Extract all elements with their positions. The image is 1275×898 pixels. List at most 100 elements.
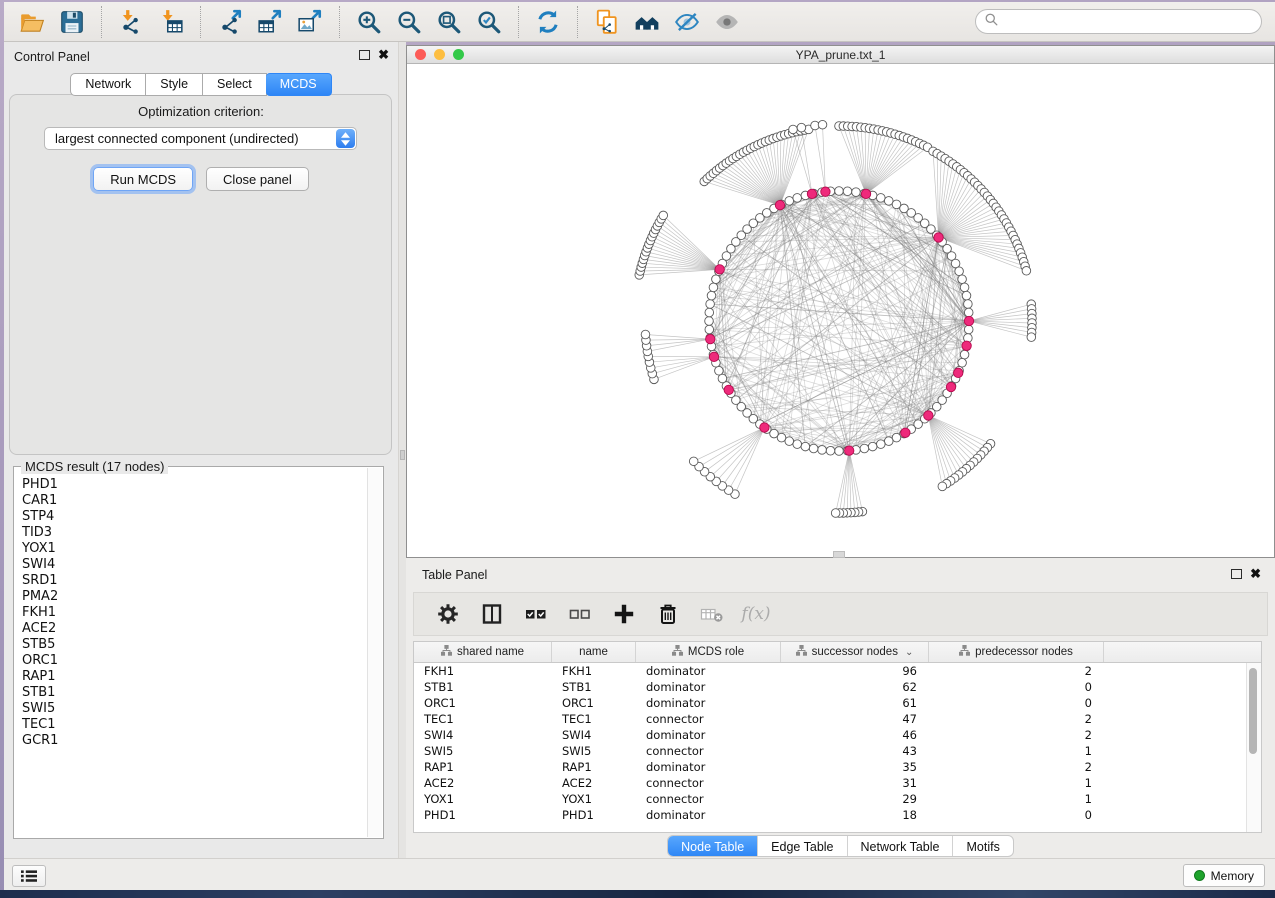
export-table-icon[interactable] — [255, 7, 285, 37]
vertical-splitter[interactable] — [399, 42, 406, 858]
tab-select[interactable]: Select — [203, 73, 267, 96]
memory-button[interactable]: Memory — [1183, 864, 1265, 887]
table-row[interactable]: TEC1TEC1connector472 — [414, 711, 1261, 727]
float-panel-icon[interactable] — [1231, 569, 1242, 579]
desktop: Control Panel ✖ NetworkStyleSelectMCDS O… — [0, 0, 1275, 898]
tab-motifs[interactable]: Motifs — [953, 836, 1012, 856]
zoom-out-icon[interactable] — [394, 7, 424, 37]
table-scrollbar[interactable] — [1246, 663, 1261, 832]
column-header-predecessor-nodes[interactable]: predecessor nodes — [929, 642, 1104, 662]
column-header-MCDS-role[interactable]: MCDS role — [636, 642, 781, 662]
tab-style[interactable]: Style — [146, 73, 203, 96]
close-panel-icon[interactable]: ✖ — [1250, 568, 1261, 579]
columns-icon[interactable] — [477, 599, 507, 629]
table-row[interactable]: ORC1ORC1dominator610 — [414, 695, 1261, 711]
cell-shared-name: TEC1 — [414, 711, 552, 727]
mcds-result-item[interactable]: PMA2 — [22, 589, 368, 605]
cell-successor-nodes: 18 — [781, 807, 929, 823]
network-window-titlebar[interactable]: YPA_prune.txt_1 — [407, 46, 1274, 64]
mcds-result-item[interactable]: CAR1 — [22, 493, 368, 509]
column-header-successor-nodes[interactable]: successor nodes ⌄ — [781, 642, 929, 662]
select-all-icon[interactable] — [521, 599, 551, 629]
hide-selected-icon[interactable] — [672, 7, 702, 37]
gear-icon[interactable] — [433, 599, 463, 629]
mcds-result-item[interactable]: GCR1 — [22, 733, 368, 749]
table-scrollbar-thumb[interactable] — [1249, 668, 1257, 754]
refresh-icon[interactable] — [533, 7, 563, 37]
table-row[interactable]: RAP1RAP1dominator352 — [414, 759, 1261, 775]
column-header-shared-name[interactable]: shared name — [414, 642, 552, 662]
column-label: name — [579, 646, 608, 658]
close-panel-icon[interactable]: ✖ — [378, 49, 389, 60]
table-row[interactable]: ACE2ACE2connector311 — [414, 775, 1261, 791]
close-panel-button[interactable]: Close panel — [206, 167, 309, 191]
cell-predecessor-nodes: 0 — [929, 807, 1104, 823]
mcds-result-item[interactable]: YOX1 — [22, 541, 368, 557]
mcds-result-item[interactable]: FKH1 — [22, 605, 368, 621]
tab-network-table[interactable]: Network Table — [848, 836, 954, 856]
column-header-name[interactable]: name — [552, 642, 636, 662]
save-session-icon[interactable] — [57, 7, 87, 37]
function-icon[interactable]: f(x) — [741, 599, 771, 629]
open-session-icon[interactable] — [17, 7, 47, 37]
cell-shared-name: PHD1 — [414, 807, 552, 823]
mcds-result-item[interactable]: SRD1 — [22, 573, 368, 589]
cell-shared-name: ACE2 — [414, 775, 552, 791]
deselect-all-icon[interactable] — [565, 599, 595, 629]
mcds-result-item[interactable]: STB1 — [22, 685, 368, 701]
tab-mcds[interactable]: MCDS — [266, 73, 332, 96]
mcds-result-item[interactable]: TID3 — [22, 525, 368, 541]
optimization-criterion-select[interactable]: largest connected component (undirected) — [44, 127, 357, 150]
search-input[interactable] — [999, 14, 1261, 30]
table-row[interactable]: FKH1FKH1dominator962 — [414, 663, 1261, 679]
table-row[interactable]: PHD1PHD1dominator180 — [414, 807, 1261, 823]
show-all-icon[interactable] — [712, 7, 742, 37]
table-row[interactable]: YOX1YOX1connector291 — [414, 791, 1261, 807]
export-image-icon[interactable] — [295, 7, 325, 37]
mcds-result-item[interactable]: STB5 — [22, 637, 368, 653]
zoom-in-icon[interactable] — [354, 7, 384, 37]
mcds-result-scrollbar[interactable] — [367, 468, 382, 837]
sort-desc-icon: ⌄ — [905, 647, 913, 658]
cell-MCDS-role: connector — [636, 711, 781, 727]
mcds-result-item[interactable]: RAP1 — [22, 669, 368, 685]
mcds-result-item[interactable]: ORC1 — [22, 653, 368, 669]
export-network-icon[interactable] — [215, 7, 245, 37]
delete-icon[interactable] — [653, 599, 683, 629]
table-row[interactable]: SWI4SWI4dominator462 — [414, 727, 1261, 743]
copy-style-icon[interactable] — [592, 7, 622, 37]
first-neighbors-icon[interactable] — [632, 7, 662, 37]
mcds-result-group: MCDS result (17 nodes) PHD1CAR1STP4TID3Y… — [13, 466, 384, 839]
column-label: successor nodes — [812, 646, 898, 658]
cell-successor-nodes: 47 — [781, 711, 929, 727]
table-row[interactable]: STB1STB1dominator620 — [414, 679, 1261, 695]
table-row[interactable]: SWI5SWI5connector431 — [414, 743, 1261, 759]
mcds-result-item[interactable]: STP4 — [22, 509, 368, 525]
tab-network[interactable]: Network — [70, 73, 146, 96]
cell-shared-name: YOX1 — [414, 791, 552, 807]
mcds-result-item[interactable]: SWI4 — [22, 557, 368, 573]
cell-predecessor-nodes: 1 — [929, 743, 1104, 759]
column-label: shared name — [457, 646, 524, 658]
mcds-result-item[interactable]: ACE2 — [22, 621, 368, 637]
network-canvas[interactable] — [407, 63, 1274, 557]
zoom-fit-icon[interactable] — [434, 7, 464, 37]
tab-edge-table[interactable]: Edge Table — [758, 836, 847, 856]
float-panel-icon[interactable] — [359, 50, 370, 60]
tab-node-table[interactable]: Node Table — [668, 836, 758, 856]
mcds-result-item[interactable]: PHD1 — [22, 477, 368, 493]
mcds-result-item[interactable]: SWI5 — [22, 701, 368, 717]
zoom-selected-icon[interactable] — [474, 7, 504, 37]
add-icon[interactable] — [609, 599, 639, 629]
network-window-title: YPA_prune.txt_1 — [407, 48, 1274, 62]
cell-name: SWI5 — [552, 743, 636, 759]
import-network-icon[interactable] — [116, 7, 146, 37]
table-panel-buttons: ✖ — [1231, 568, 1261, 579]
vertical-splitter-grip[interactable] — [400, 450, 405, 460]
import-table-icon[interactable] — [156, 7, 186, 37]
horizontal-splitter-grip[interactable] — [833, 551, 845, 558]
mcds-result-item[interactable]: TEC1 — [22, 717, 368, 733]
task-history-button[interactable] — [12, 865, 46, 887]
run-mcds-button[interactable]: Run MCDS — [93, 167, 193, 191]
clear-table-icon[interactable] — [697, 599, 727, 629]
